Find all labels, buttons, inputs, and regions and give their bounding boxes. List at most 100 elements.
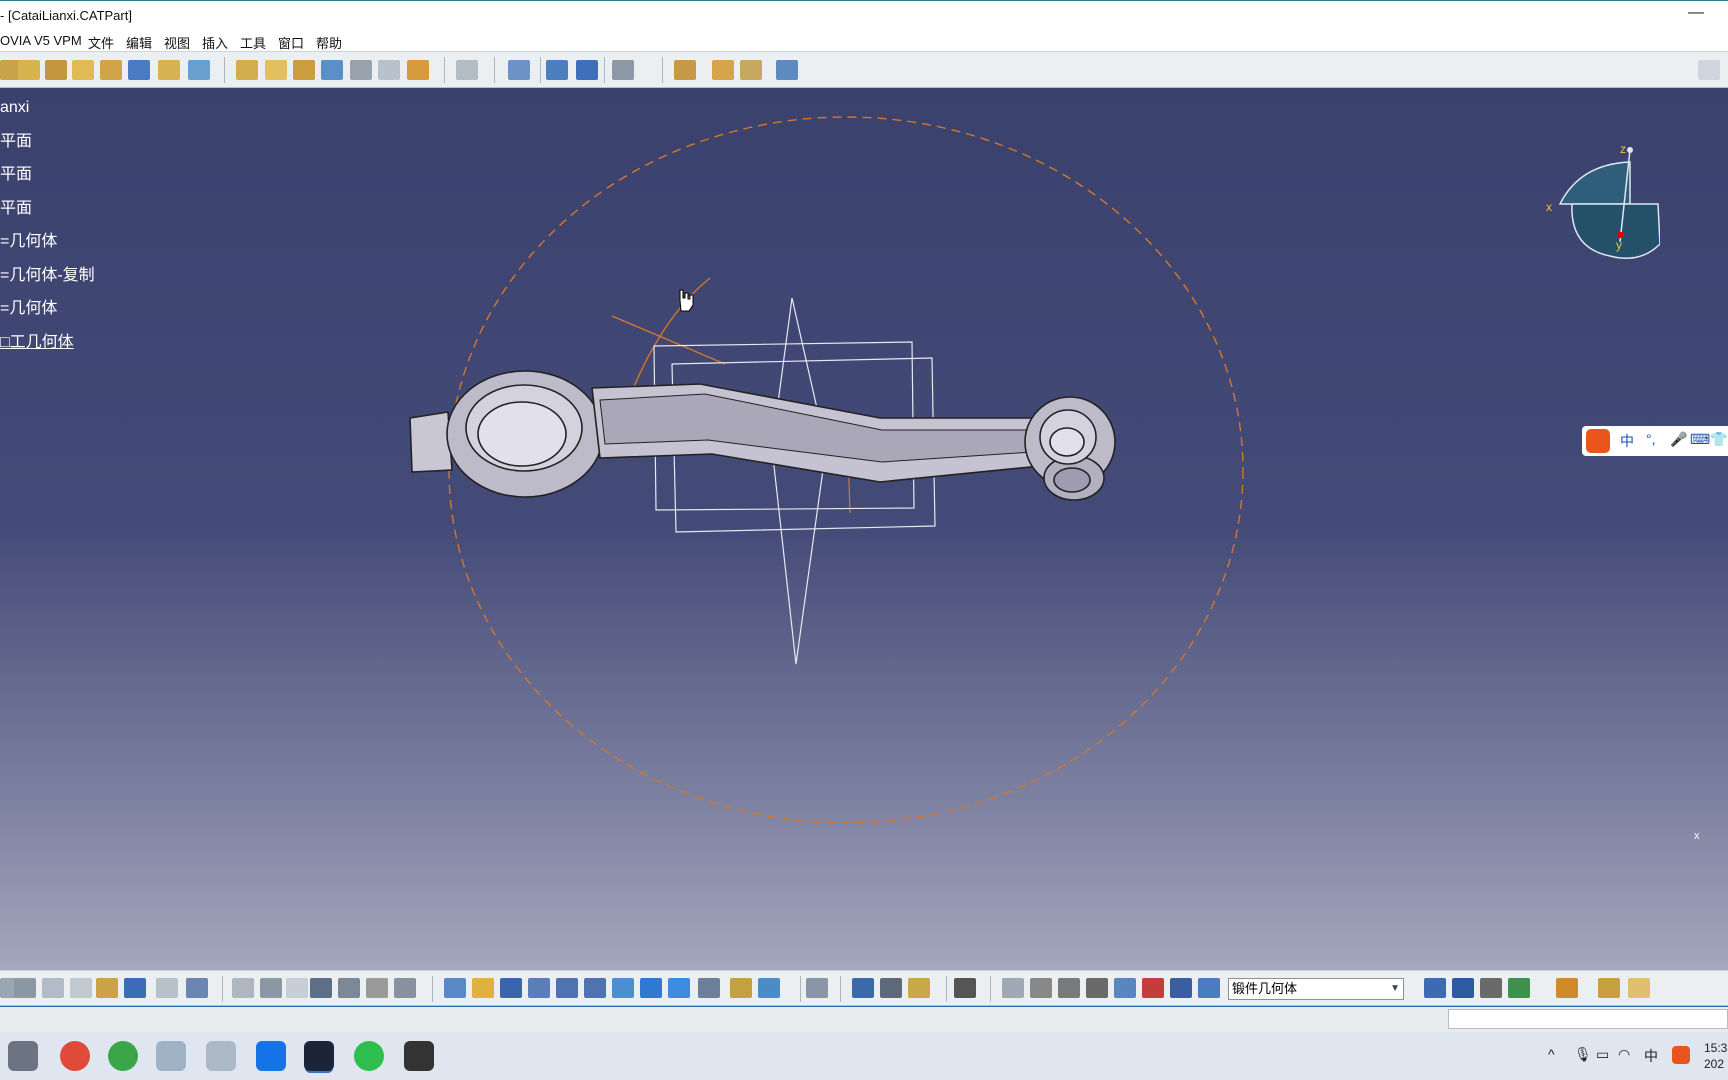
paint-icon[interactable]: [156, 1041, 186, 1071]
stiffener-icon[interactable]: [188, 60, 210, 80]
shell-icon[interactable]: [321, 60, 343, 80]
tray-wifi-icon[interactable]: ◠: [1618, 1046, 1630, 1063]
tree-item-body-copy[interactable]: =几何体-复制: [0, 264, 95, 298]
app-icon[interactable]: [206, 1041, 236, 1071]
capture-camera-icon[interactable]: [954, 978, 976, 998]
tree-item-body-1[interactable]: =几何体: [0, 230, 95, 264]
zoom-in-icon[interactable]: [556, 978, 578, 998]
hide-show-icon[interactable]: [730, 978, 752, 998]
clock[interactable]: 15:3 202: [1704, 1040, 1727, 1072]
transform-icon[interactable]: [456, 60, 478, 80]
menu-help[interactable]: 帮助: [316, 33, 342, 52]
tree-item-plane-yz[interactable]: 平面: [0, 163, 95, 197]
measure-between-icon[interactable]: [852, 978, 874, 998]
browser-icon[interactable]: [108, 1041, 138, 1071]
hand-icon[interactable]: [1030, 978, 1052, 998]
paste-icon[interactable]: [96, 978, 118, 998]
ime-punct-toggle[interactable]: °,: [1646, 431, 1656, 447]
design-table-icon[interactable]: [310, 978, 332, 998]
command-input[interactable]: [1448, 1009, 1728, 1029]
lock-icon[interactable]: [366, 978, 388, 998]
sogou-logo-icon[interactable]: [1586, 429, 1610, 453]
part-design-icon[interactable]: [1556, 978, 1578, 998]
part-geometry[interactable]: [0, 88, 1728, 970]
assemble-icon[interactable]: [674, 60, 696, 80]
video-icon[interactable]: [404, 1041, 434, 1071]
body-layer-icon[interactable]: [1114, 978, 1136, 998]
tree-list-icon[interactable]: [1170, 978, 1192, 998]
refresh-icon[interactable]: [1002, 978, 1024, 998]
measure-icon[interactable]: [612, 60, 634, 80]
normal-view-icon[interactable]: [612, 978, 634, 998]
whats-this-icon[interactable]: [186, 978, 208, 998]
ime-keyboard-icon[interactable]: ⌨: [1690, 431, 1710, 448]
thickness-icon[interactable]: [407, 60, 429, 80]
apply-material-icon[interactable]: [1508, 978, 1530, 998]
remove-body-icon[interactable]: [740, 60, 762, 80]
wechat-icon[interactable]: [354, 1041, 384, 1071]
render-icon[interactable]: [1424, 978, 1446, 998]
tray-sogou-icon[interactable]: [1672, 1046, 1690, 1064]
iso-view-icon[interactable]: [668, 978, 690, 998]
redo-icon[interactable]: [156, 978, 178, 998]
edge-fillet-icon[interactable]: [236, 60, 258, 80]
chamfer-icon[interactable]: [265, 60, 287, 80]
formula-icon[interactable]: [232, 978, 254, 998]
split-icon[interactable]: [546, 60, 568, 80]
pan-icon[interactable]: [500, 978, 522, 998]
pattern-icon[interactable]: [576, 60, 598, 80]
menu-view[interactable]: 视图: [164, 33, 190, 52]
current-body-select[interactable]: 锻件几何体 ▼: [1228, 978, 1404, 1000]
tray-battery-icon[interactable]: ▭: [1596, 1046, 1609, 1063]
tree-item-root[interactable]: anxi: [0, 96, 95, 130]
ime-skin-icon[interactable]: 👕: [1710, 431, 1727, 448]
cut-icon[interactable]: [42, 978, 64, 998]
zoom-out-icon[interactable]: [584, 978, 606, 998]
undo-icon[interactable]: [124, 978, 146, 998]
knowledge-icon[interactable]: [260, 978, 282, 998]
layer-stack-icon[interactable]: [1598, 978, 1620, 998]
axis-icon[interactable]: [378, 60, 400, 80]
pi-app-icon[interactable]: [256, 1041, 286, 1071]
tree-item-plane-zx[interactable]: 平面: [0, 197, 95, 231]
tree-item-body-2[interactable]: =几何体: [0, 297, 95, 331]
law-icon[interactable]: [286, 978, 308, 998]
add-body-icon[interactable]: [712, 60, 734, 80]
work-object-icon[interactable]: [1198, 978, 1220, 998]
shading-icon[interactable]: [698, 978, 720, 998]
catia-icon[interactable]: [304, 1041, 334, 1071]
rotate-icon[interactable]: [528, 978, 550, 998]
shaft-icon[interactable]: [45, 60, 67, 80]
grid-snap-icon[interactable]: [1086, 978, 1108, 998]
constraint-icon[interactable]: [776, 60, 798, 80]
measure-inertia-icon[interactable]: [908, 978, 930, 998]
rib-icon[interactable]: [128, 60, 150, 80]
fit-all-icon[interactable]: [472, 978, 494, 998]
print-icon[interactable]: [14, 978, 36, 998]
fly-mode-icon[interactable]: [444, 978, 466, 998]
copy-icon[interactable]: [70, 978, 92, 998]
sketcher-icon[interactable]: [1698, 60, 1720, 80]
tray-ime-lang[interactable]: 中: [1644, 1046, 1658, 1066]
menu-tools[interactable]: 工具: [240, 33, 266, 52]
update-icon[interactable]: [806, 978, 828, 998]
wireframe-icon[interactable]: [1452, 978, 1474, 998]
tray-chevron-icon[interactable]: ^: [1548, 1046, 1555, 1062]
compass-icon[interactable]: [1540, 144, 1660, 284]
menu-app[interactable]: OVIA V5 VPM: [0, 33, 82, 48]
tree-expand-icon[interactable]: [338, 978, 360, 998]
chevron-down-icon[interactable]: ▼: [1390, 979, 1400, 999]
parameters-icon[interactable]: [394, 978, 416, 998]
draft-icon[interactable]: [293, 60, 315, 80]
menu-file[interactable]: 文件: [88, 33, 114, 52]
measure-item-icon[interactable]: [880, 978, 902, 998]
tray-mic-icon[interactable]: 🎙: [1574, 1046, 1592, 1063]
constraint-ref-icon[interactable]: [1142, 978, 1164, 998]
layer-manage-icon[interactable]: [1628, 978, 1650, 998]
minimize-button[interactable]: —: [1688, 4, 1704, 22]
task-view-icon[interactable]: [8, 1041, 38, 1071]
thread-icon[interactable]: [350, 60, 372, 80]
chrome-icon[interactable]: [60, 1041, 90, 1071]
axis-system-icon[interactable]: [1058, 978, 1080, 998]
swap-space-icon[interactable]: [758, 978, 780, 998]
